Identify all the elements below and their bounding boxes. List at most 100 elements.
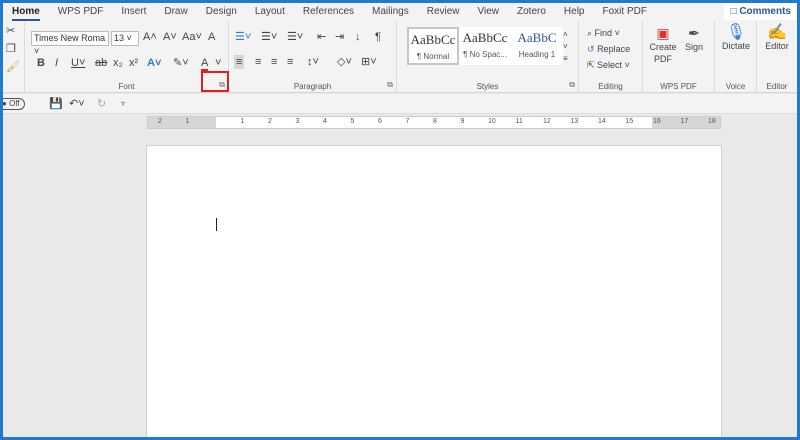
ruler-number: 1 — [185, 118, 190, 125]
editor-button[interactable]: ✍ Editor — [759, 24, 795, 52]
style-heading-1[interactable]: AaBbC Heading 1 — [511, 27, 563, 65]
highlight-box — [201, 71, 229, 92]
shading-icon[interactable]: ◇˅ — [337, 56, 352, 68]
word-window: Home WPS PDF Insert Draw Design Layout Referen… — [3, 3, 797, 437]
paragraph-dialog-launcher-icon[interactable]: ⧉ — [387, 80, 393, 90]
ruler-number: 17 — [680, 118, 689, 125]
voice-group: 🎙 Dictate Voice — [715, 21, 757, 93]
ruler-number: 12 — [543, 118, 551, 125]
clear-formatting-icon[interactable]: A — [208, 31, 215, 43]
tab-foxit-pdf[interactable]: Foxit PDF — [594, 3, 656, 21]
clipboard-group: ✂ ❐ 🖌 — [3, 21, 25, 93]
redo-icon[interactable]: ↻ — [97, 98, 106, 110]
ruler-number: 13 — [570, 118, 579, 125]
align-right-icon[interactable]: ≡ — [271, 56, 277, 68]
tab-wps-pdf[interactable]: WPS PDF — [49, 3, 113, 21]
create-pdf-button[interactable]: ▣ Create PDF — [649, 26, 677, 65]
ruler-number: 4 — [323, 118, 327, 125]
select-button[interactable]: ⇱ Select ˅ — [587, 59, 630, 71]
tab-help[interactable]: Help — [555, 3, 594, 21]
align-left-icon[interactable]: ≡ — [234, 55, 245, 69]
tab-view[interactable]: View — [469, 3, 509, 21]
tab-layout[interactable]: Layout — [246, 3, 294, 21]
bold-icon[interactable]: B — [37, 57, 45, 69]
ruler-number: 3 — [295, 118, 300, 125]
replace-button[interactable]: ↺ Replace — [587, 43, 630, 55]
font-size-select[interactable]: 13 ˅ — [111, 31, 139, 46]
ruler-number: 2 — [268, 118, 272, 125]
styles-group: AaBbCc ¶ Normal AaBbCc ¶ No Spac... AaBbC H… — [397, 21, 579, 93]
ruler[interactable]: 2 1 1 2 3 4 5 6 7 8 9 10 11 12 13 14 15 16 17 18 — [147, 116, 721, 129]
tab-draw[interactable]: Draw — [155, 3, 196, 21]
tab-review[interactable]: Review — [418, 3, 469, 21]
dictate-button[interactable]: 🎙 Dictate — [718, 24, 754, 52]
style-normal[interactable]: AaBbCc ¶ Normal — [407, 27, 459, 65]
font-name-select[interactable]: Times New Roma ˅ — [31, 31, 109, 56]
editing-group: ⌕ Find ˅ ↺ Replace ⇱ Select ˅ Editing — [579, 21, 643, 93]
sort-icon[interactable]: ↓ — [355, 31, 361, 43]
justify-icon[interactable]: ≡ — [287, 56, 293, 68]
grow-font-icon[interactable]: A˄ — [143, 31, 157, 43]
ruler-number: 14 — [598, 118, 606, 125]
find-button[interactable]: ⌕ Find ˅ — [587, 27, 620, 39]
pen-icon: ✒ — [688, 25, 700, 41]
text-effects-icon[interactable]: A˅ — [147, 57, 161, 69]
show-marks-icon[interactable]: ¶ — [375, 31, 381, 43]
borders-icon[interactable]: ⊞˅ — [361, 56, 377, 68]
line-spacing-icon[interactable]: ↕˅ — [307, 56, 319, 68]
copy-icon[interactable]: ❐ — [6, 43, 16, 55]
tab-references[interactable]: References — [294, 3, 363, 21]
ribbon-tabs: Home WPS PDF Insert Draw Design Layout Referen… — [3, 3, 797, 21]
ruler-number: 9 — [460, 118, 465, 125]
ruler-number: 11 — [515, 118, 523, 125]
cut-icon[interactable]: ✂ — [6, 25, 15, 37]
customize-toolbar-icon[interactable]: ▿ — [121, 98, 125, 110]
subscript-icon[interactable]: x₂ — [113, 57, 123, 69]
ruler-number: 1 — [240, 118, 245, 125]
save-icon[interactable]: 💾 — [49, 98, 63, 110]
quick-access-toolbar: ● Off 💾 ↶˅ ↻ ▿ — [3, 94, 797, 114]
underline-icon[interactable]: U˅ — [71, 57, 85, 69]
font-group: Times New Roma ˅ 13 ˅ A˄ A˅ Aa˅ A B I U˅… — [25, 21, 229, 93]
ruler-number: 6 — [378, 118, 382, 125]
change-case-icon[interactable]: Aa˅ — [182, 31, 202, 43]
superscript-icon[interactable]: x² — [129, 57, 138, 69]
comments-button[interactable]: □ Comments — [724, 3, 797, 20]
italic-icon[interactable]: I — [55, 57, 58, 69]
tab-zotero[interactable]: Zotero — [508, 3, 555, 21]
styles-scroll-up-icon[interactable]: ˄ ˅ ≡ — [563, 29, 568, 65]
ruler-number: 7 — [405, 118, 410, 125]
tab-mailings[interactable]: Mailings — [363, 3, 418, 21]
format-painter-icon[interactable]: 🖌 — [6, 61, 20, 73]
ruler-number: 8 — [433, 118, 437, 125]
tab-design[interactable]: Design — [197, 3, 246, 21]
ruler-number: 10 — [488, 118, 496, 125]
chevron-down-icon[interactable]: ˅ — [215, 57, 221, 69]
microphone-icon: 🎙 — [725, 24, 747, 41]
font-color-icon[interactable]: A — [201, 57, 209, 71]
align-center-icon[interactable]: ≡ — [255, 56, 261, 68]
highlight-icon[interactable]: ✎˅ — [173, 57, 189, 69]
styles-dialog-launcher-icon[interactable]: ⧉ — [569, 80, 575, 90]
wps-pdf-group: ▣ Create PDF ✒ Sign WPS PDF — [643, 21, 715, 93]
strikethrough-icon[interactable]: ab — [95, 57, 107, 69]
ruler-number: 5 — [350, 118, 355, 125]
ruler-number: 2 — [158, 118, 162, 125]
sign-button[interactable]: ✒ Sign — [681, 25, 707, 53]
numbering-icon[interactable]: ☰˅ — [261, 31, 277, 43]
style-no-spacing[interactable]: AaBbCc ¶ No Spac... — [459, 27, 511, 65]
ruler-number: 18 — [708, 118, 716, 125]
bullets-icon[interactable]: ☰˅ — [235, 31, 251, 43]
tab-insert[interactable]: Insert — [112, 3, 155, 21]
ribbon: ✂ ❐ 🖌 Times New Roma ˅ 13 ˅ A˄ A˅ Aa˅ A … — [3, 21, 797, 93]
autosave-toggle[interactable]: ● Off — [3, 98, 25, 110]
decrease-indent-icon[interactable]: ⇤ — [317, 31, 326, 43]
multilevel-list-icon[interactable]: ☰˅ — [287, 31, 303, 43]
tab-home[interactable]: Home — [3, 3, 49, 21]
document-page[interactable] — [146, 145, 722, 437]
editor-group: ✍ Editor Editor — [757, 21, 797, 93]
undo-icon[interactable]: ↶˅ — [69, 98, 85, 110]
editor-pen-icon: ✍ — [767, 24, 787, 41]
increase-indent-icon[interactable]: ⇥ — [335, 31, 344, 43]
shrink-font-icon[interactable]: A˅ — [163, 31, 177, 43]
